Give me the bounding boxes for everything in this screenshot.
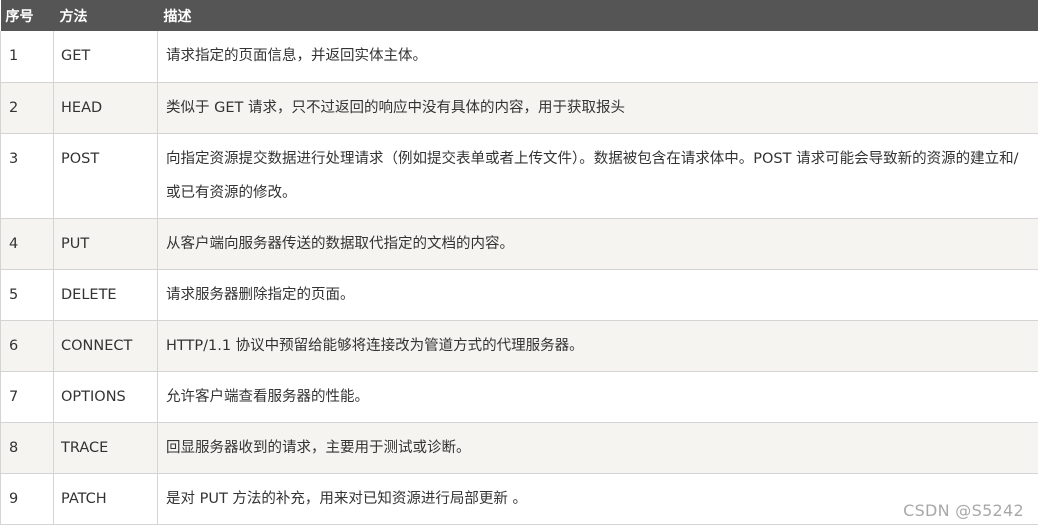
table-row: 4 PUT 从客户端向服务器传送的数据取代指定的文档的内容。 [0,218,1038,270]
row-method: HEAD [53,82,158,134]
row-num: 9 [0,473,54,525]
row-desc: 请求指定的页面信息，并返回实体主体。 [157,31,1038,83]
row-method: TRACE [53,422,158,474]
table-row: 1 GET 请求指定的页面信息，并返回实体主体。 [0,31,1038,83]
table-row: 9 PATCH 是对 PUT 方法的补充，用来对已知资源进行局部更新 。 [0,473,1038,525]
row-num: 3 [0,133,54,219]
table-row: 6 CONNECT HTTP/1.1 协议中预留给能够将连接改为管道方式的代理服… [0,320,1038,372]
row-desc: 回显服务器收到的请求，主要用于测试或诊断。 [157,422,1038,474]
row-desc: 向指定资源提交数据进行处理请求（例如提交表单或者上传文件）。数据被包含在请求体中… [157,133,1038,219]
row-num: 2 [0,82,54,134]
row-method: DELETE [53,269,158,321]
row-desc: 允许客户端查看服务器的性能。 [157,371,1038,423]
http-methods-table: 序号 方法 描述 1 GET 请求指定的页面信息，并返回实体主体。 2 HEAD… [0,0,1038,525]
row-num: 5 [0,269,54,321]
row-num: 8 [0,422,54,474]
table-row: 5 DELETE 请求服务器删除指定的页面。 [0,269,1038,321]
row-method: POST [53,133,158,219]
row-desc: HTTP/1.1 协议中预留给能够将连接改为管道方式的代理服务器。 [157,320,1038,372]
table-header-row: 序号 方法 描述 [0,0,1038,31]
row-method: CONNECT [53,320,158,372]
table-row: 2 HEAD 类似于 GET 请求，只不过返回的响应中没有具体的内容，用于获取报… [0,82,1038,134]
table-row: 8 TRACE 回显服务器收到的请求，主要用于测试或诊断。 [0,422,1038,474]
table-row: 7 OPTIONS 允许客户端查看服务器的性能。 [0,371,1038,423]
row-desc: 请求服务器删除指定的页面。 [157,269,1038,321]
row-num: 1 [0,31,54,83]
header-method: 方法 [53,0,158,31]
watermark: CSDN @S5242 [903,501,1024,520]
row-num: 6 [0,320,54,372]
row-method: OPTIONS [53,371,158,423]
header-num: 序号 [0,0,54,31]
row-method: PATCH [53,473,158,525]
row-desc: 类似于 GET 请求，只不过返回的响应中没有具体的内容，用于获取报头 [157,82,1038,134]
row-desc: 从客户端向服务器传送的数据取代指定的文档的内容。 [157,218,1038,270]
header-desc: 描述 [157,0,1038,31]
table-row: 3 POST 向指定资源提交数据进行处理请求（例如提交表单或者上传文件）。数据被… [0,133,1038,219]
row-method: GET [53,31,158,83]
row-method: PUT [53,218,158,270]
row-num: 4 [0,218,54,270]
row-num: 7 [0,371,54,423]
